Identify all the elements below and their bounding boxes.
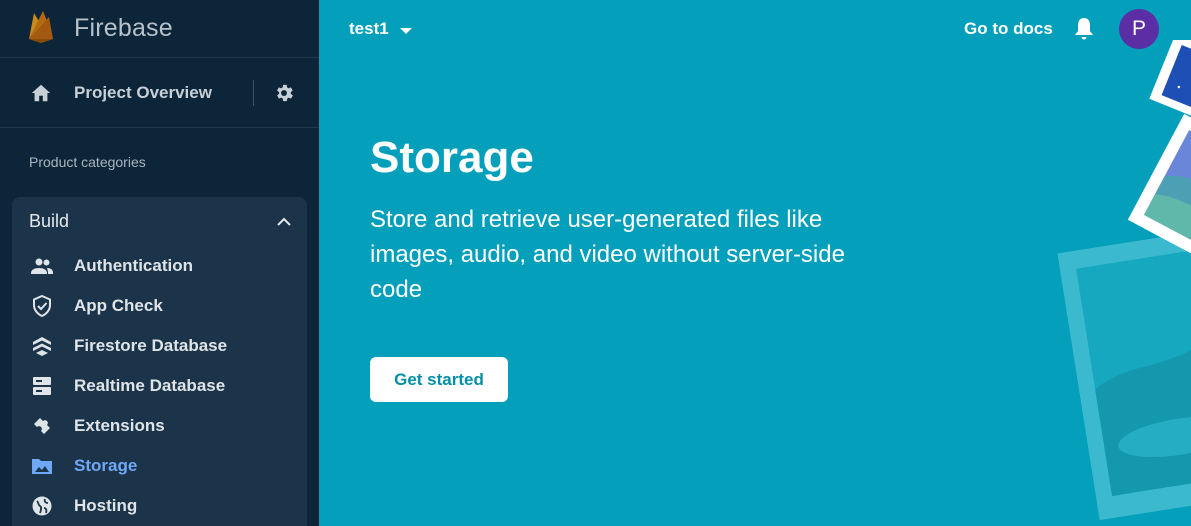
puzzle-icon	[30, 414, 54, 438]
page-title: Storage	[370, 133, 534, 182]
database-icon	[30, 374, 54, 398]
shield-check-icon	[30, 294, 54, 318]
project-overview-link[interactable]: Project Overview	[74, 83, 253, 103]
sidebar-item-app-check[interactable]: App Check	[12, 286, 307, 326]
people-icon	[30, 254, 54, 278]
sidebar: Firebase Project Overview Product catego…	[0, 0, 319, 526]
sidebar-item-label: Firestore Database	[74, 336, 228, 355]
build-section: Build Authentication App Check Firestore…	[12, 197, 307, 526]
sidebar-item-label: Hosting	[74, 496, 138, 515]
sidebar-item-hosting[interactable]: Hosting	[12, 486, 307, 526]
firebase-logo-icon	[29, 10, 53, 43]
sidebar-item-realtime-database[interactable]: Realtime Database	[12, 366, 307, 406]
sidebar-item-extensions[interactable]: Extensions	[12, 406, 307, 446]
storage-illustration	[1057, 40, 1191, 521]
page-description: Store and retrieve user-generated files …	[370, 206, 845, 303]
brand-name: Firebase	[74, 14, 173, 42]
divider	[253, 79, 254, 106]
chevron-up-icon	[277, 217, 291, 226]
firestore-icon	[30, 334, 54, 358]
project-selector[interactable]: test1	[349, 19, 412, 39]
product-categories-label: Product categories	[29, 154, 146, 170]
bell-icon[interactable]	[1072, 16, 1096, 42]
sidebar-item-firestore[interactable]: Firestore Database	[12, 326, 307, 366]
sidebar-item-label: Authentication	[74, 256, 193, 275]
project-name: test1	[349, 19, 389, 38]
photo-icon	[30, 454, 54, 478]
brand-header[interactable]: Firebase	[0, 0, 319, 58]
main-content: test1 Go to docs P Storage Store and ret…	[319, 0, 1191, 526]
sidebar-item-label: Extensions	[74, 416, 165, 435]
gear-icon[interactable]	[273, 82, 295, 104]
project-overview-row: Project Overview	[0, 58, 319, 128]
build-section-header[interactable]: Build	[12, 197, 307, 246]
go-to-docs-link[interactable]: Go to docs	[964, 19, 1053, 39]
sidebar-item-authentication[interactable]: Authentication	[12, 246, 307, 286]
caret-down-icon	[399, 27, 412, 34]
sidebar-item-storage[interactable]: Storage	[12, 446, 307, 486]
get-started-button[interactable]: Get started	[370, 357, 508, 402]
build-section-title: Build	[29, 211, 70, 231]
sidebar-item-label: Storage	[74, 456, 138, 475]
sidebar-item-label: Realtime Database	[74, 376, 226, 395]
home-icon[interactable]	[30, 82, 52, 104]
globe-icon	[30, 494, 54, 518]
sidebar-item-label: App Check	[74, 296, 163, 315]
